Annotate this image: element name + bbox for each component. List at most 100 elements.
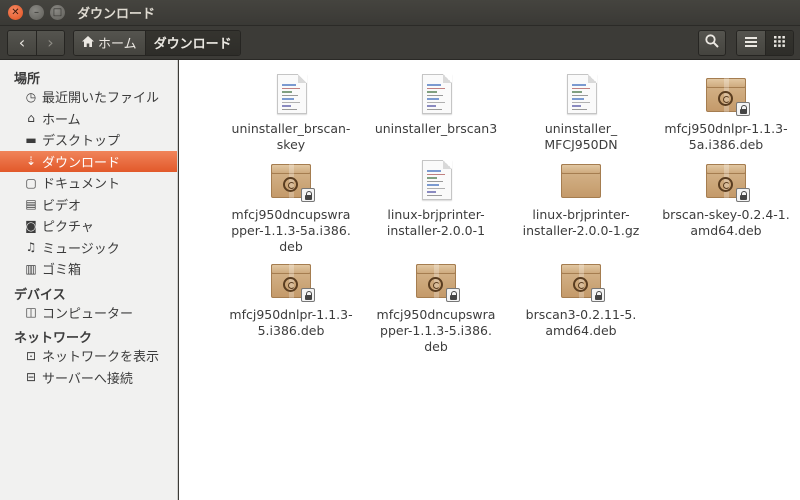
sidebar-item-label: ミュージック (42, 241, 120, 257)
sidebar-item-music[interactable]: ♫ ミュージック (0, 237, 177, 259)
file-name-line: pper-1.1.3-5.i386. (380, 323, 492, 338)
file-grid: uninstaller_brscan-skey uninstaller_brsca… (179, 60, 800, 500)
file-item[interactable]: mfcj950dnlpr-1.1.3- 5a.i386.deb (656, 64, 796, 153)
file-name: brscan-skey-0.2.4-1. amd64.deb (656, 207, 796, 239)
file-name-line: mfcj950dncupswra (231, 207, 351, 222)
view-toggle-group (736, 30, 794, 56)
sidebar-item-label: コンピューター (42, 306, 134, 322)
lock-icon (736, 102, 750, 116)
sidebar-item-label: ピクチャ (42, 220, 94, 236)
sidebar-item-camera[interactable]: ◙ ピクチャ (0, 215, 177, 237)
list-view-button[interactable] (737, 31, 765, 55)
sidebar-item-label: ビデオ (42, 198, 82, 214)
clock-icon: ◷ (25, 89, 37, 104)
list-view-icon (745, 36, 757, 51)
places-header: 場所 (14, 72, 41, 87)
file-item[interactable]: mfcj950dncupswra pper-1.1.3-5a.i386. deb (221, 150, 361, 255)
file-name: mfcj950dncupswra pper-1.1.3-5.i386. deb (366, 307, 506, 355)
title-bar: ✕ – □ ダウンロード (0, 0, 800, 26)
minimize-window-button[interactable]: – (29, 5, 44, 20)
text-file-icon (412, 156, 460, 204)
file-item[interactable]: uninstaller_brscan3 (366, 64, 506, 137)
search-icon (705, 34, 719, 52)
file-name-line: amd64.deb (690, 223, 762, 238)
maximize-window-button[interactable]: □ (50, 5, 65, 20)
file-name: linux-brjprinter-installer-2.0.0-1 (366, 207, 506, 239)
deb-package-icon (702, 70, 750, 118)
file-name-line: brscan-skey-0.2.4-1. (662, 207, 790, 222)
network-icon: ⊡ (25, 348, 37, 363)
file-name-line: amd64.deb (545, 323, 617, 338)
sidebar-item-film[interactable]: ▤ ビデオ (0, 194, 177, 216)
deb-package-icon (557, 256, 605, 304)
deb-package-icon (702, 156, 750, 204)
deb-package-icon (267, 156, 315, 204)
file-item[interactable]: linux-brjprinter-installer-2.0.0-1.gz (511, 150, 651, 239)
archive-icon (557, 156, 605, 204)
server-icon: ⊟ (25, 370, 37, 385)
chevron-left-icon: ‹ (18, 33, 26, 52)
path-bar: ホーム ダウンロード (73, 29, 241, 56)
file-item[interactable]: brscan3-0.2.11-5. amd64.deb (511, 250, 651, 339)
toolbar: ‹ › ホーム ダウンロード (0, 26, 800, 60)
document-icon: ▢ (25, 175, 37, 190)
file-item[interactable]: mfcj950dnlpr-1.1.3- 5.i386.deb (221, 250, 361, 339)
folder-icon: ▬ (25, 132, 37, 147)
path-home-button[interactable]: ホーム (74, 30, 145, 55)
file-item[interactable]: brscan-skey-0.2.4-1. amd64.deb (656, 150, 796, 239)
sidebar-item-network[interactable]: ⊡ ネットワークを表示 (0, 345, 177, 367)
text-file-icon (412, 70, 460, 118)
music-icon: ♫ (25, 240, 37, 255)
trash-icon: ▥ (25, 261, 37, 276)
file-name: uninstaller_brscan-skey (221, 121, 361, 153)
sidebar-item-label: ゴミ箱 (42, 263, 82, 279)
file-name: mfcj950dnlpr-1.1.3- 5.i386.deb (221, 307, 361, 339)
file-name: linux-brjprinter-installer-2.0.0-1.gz (511, 207, 651, 239)
camera-icon: ◙ (25, 218, 37, 233)
download-icon: ⇣ (25, 154, 37, 169)
file-item[interactable]: linux-brjprinter-installer-2.0.0-1 (366, 150, 506, 239)
file-name-line: uninstaller_brscan- (231, 121, 351, 136)
file-name-line: pper-1.1.3-5a.i386. (231, 223, 351, 238)
sidebar-item-computer[interactable]: ◫ コンピューター (0, 302, 177, 324)
sidebar-item-trash[interactable]: ▥ ゴミ箱 (0, 258, 177, 280)
file-name-line: mfcj950dncupswra (376, 307, 496, 322)
home-icon: ⌂ (27, 111, 35, 126)
sidebar-item-home[interactable]: ⌂ ホーム (0, 108, 177, 130)
grid-view-icon (774, 35, 785, 51)
file-item[interactable]: uninstaller_brscan-skey (221, 64, 361, 153)
file-name-line: installer-2.0.0-1.gz (522, 223, 640, 238)
sidebar-item-folder[interactable]: ▬ デスクトップ (0, 129, 177, 151)
sidebar-item-label: サーバーへ接続 (42, 371, 133, 387)
path-downloads-button[interactable]: ダウンロード (144, 30, 240, 55)
search-button[interactable] (698, 30, 726, 56)
sidebar-item-label: ホーム (42, 112, 81, 128)
text-file-icon (267, 70, 315, 118)
window-title: ダウンロード (77, 7, 156, 22)
nav-group: ‹ › (7, 29, 65, 56)
file-name: brscan3-0.2.11-5. amd64.deb (511, 307, 651, 339)
path-downloads-label: ダウンロード (153, 37, 232, 52)
back-button[interactable]: ‹ (8, 30, 36, 55)
file-name: mfcj950dncupswra pper-1.1.3-5a.i386. deb (221, 207, 361, 255)
lock-icon (301, 288, 315, 302)
deb-package-icon (267, 256, 315, 304)
sidebar-item-document[interactable]: ▢ ドキュメント (0, 172, 177, 194)
file-name-line: linux-brjprinter- (532, 207, 630, 222)
lock-icon (591, 288, 605, 302)
close-window-button[interactable]: ✕ (8, 5, 23, 20)
sidebar-item-download[interactable]: ⇣ ダウンロード (0, 150, 177, 172)
file-name-line: mfcj950dnlpr-1.1.3- (229, 307, 353, 322)
file-name: uninstaller_ MFCJ950DN (511, 121, 651, 153)
grid-view-button[interactable] (765, 31, 793, 55)
computer-icon: ◫ (25, 305, 37, 320)
sidebar-item-clock[interactable]: ◷ 最近開いたファイル (0, 86, 177, 108)
sidebar-item-label: ドキュメント (42, 177, 121, 193)
file-item[interactable]: uninstaller_ MFCJ950DN (511, 64, 651, 153)
file-name: uninstaller_brscan3 (366, 121, 506, 137)
chevron-right-icon: › (47, 33, 54, 52)
file-item[interactable]: mfcj950dncupswra pper-1.1.3-5.i386. deb (366, 250, 506, 355)
lock-icon (301, 188, 315, 202)
forward-button[interactable]: › (36, 30, 64, 55)
sidebar-item-server[interactable]: ⊟ サーバーへ接続 (0, 367, 177, 389)
